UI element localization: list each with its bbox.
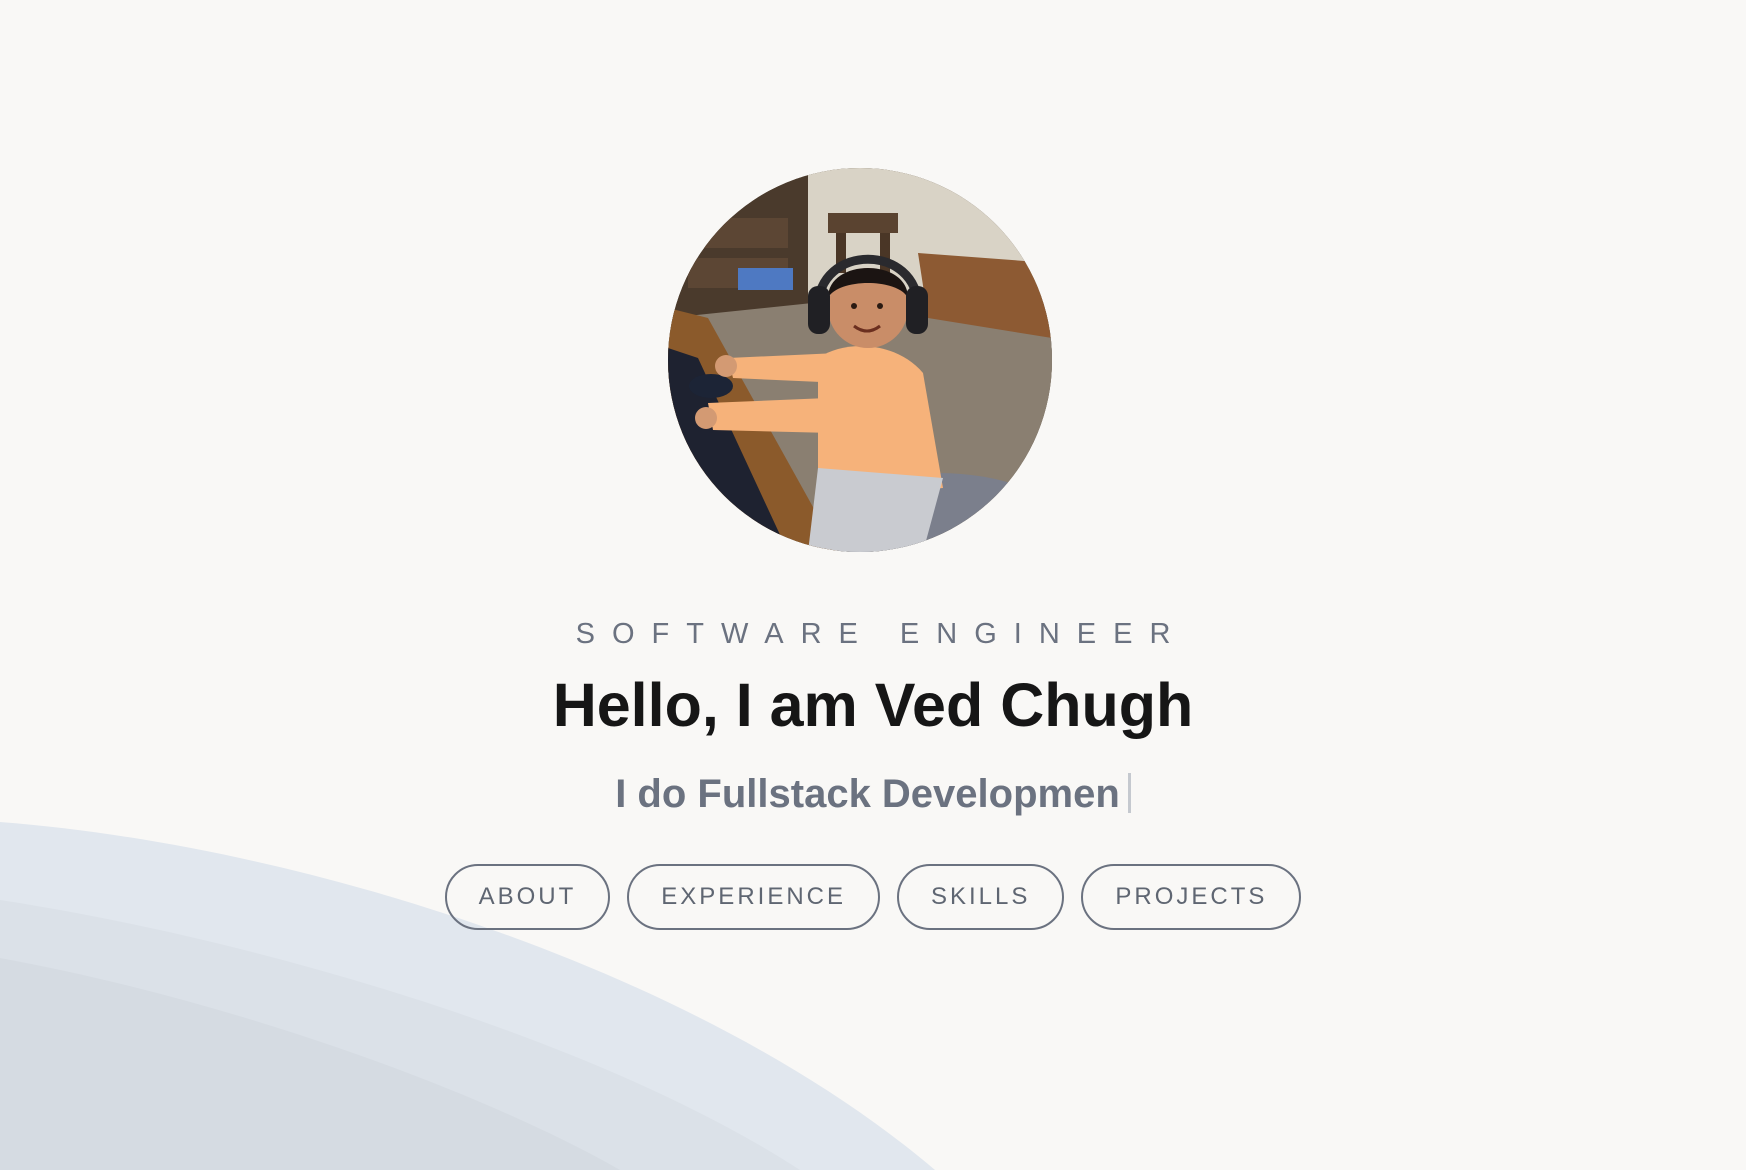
hero-section: SOFTWARE ENGINEER Hello, I am Ved Chugh … <box>0 0 1746 1170</box>
projects-button[interactable]: PROJECTS <box>1081 864 1302 930</box>
section-nav: ABOUT EXPERIENCE SKILLS PROJECTS <box>0 864 1746 930</box>
skills-button[interactable]: SKILLS <box>897 864 1065 930</box>
experience-button[interactable]: EXPERIENCE <box>627 864 880 930</box>
role-subtitle: SOFTWARE ENGINEER <box>575 618 1188 650</box>
page-title: Hello, I am Ved Chugh <box>552 671 1194 739</box>
typing-tagline: I do Fullstack Developmen <box>0 772 1746 817</box>
profile-photo <box>668 168 1052 552</box>
typing-text: I do Fullstack Developmen <box>615 772 1120 816</box>
text-cursor <box>1127 773 1131 813</box>
about-button[interactable]: ABOUT <box>444 864 611 930</box>
